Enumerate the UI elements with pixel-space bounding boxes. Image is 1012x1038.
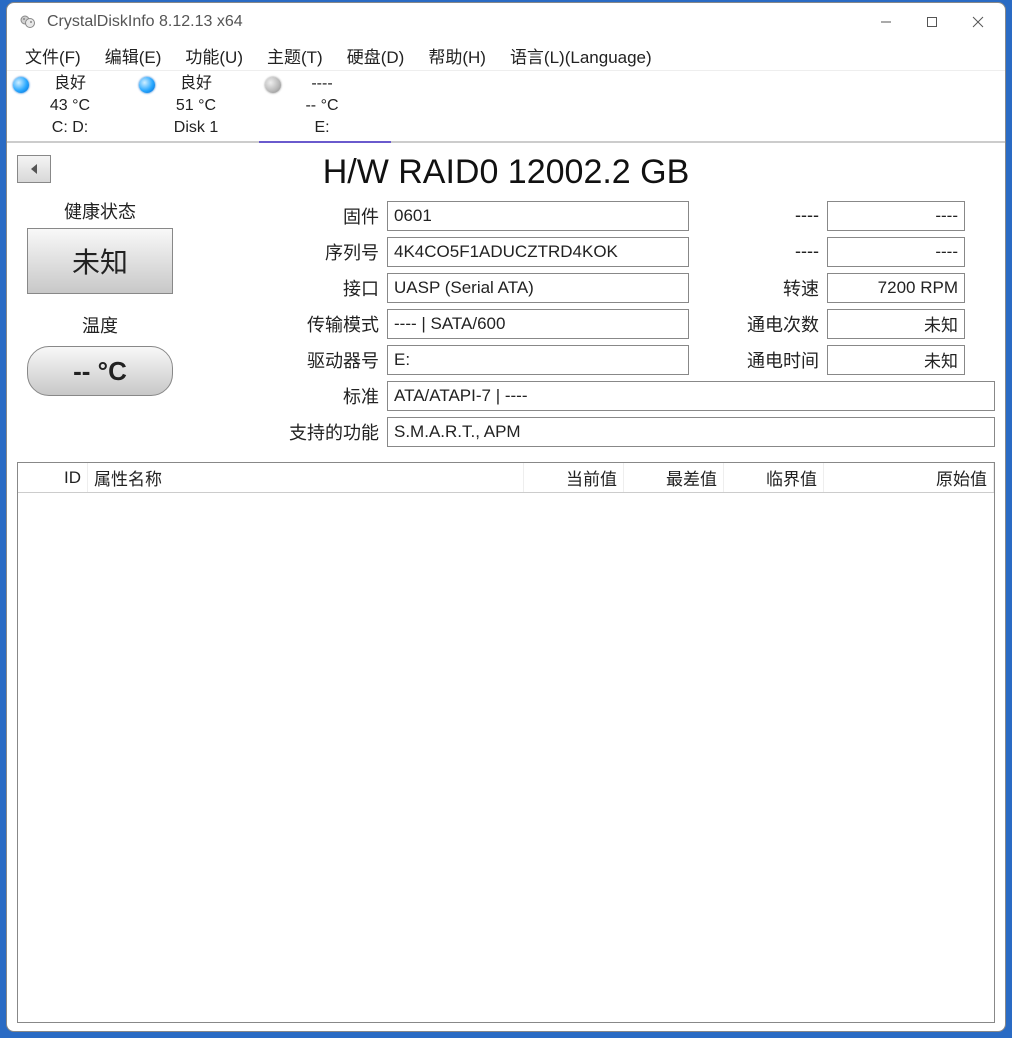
window-title: CrystalDiskInfo 8.12.13 x64 — [47, 13, 863, 31]
features-field: S.M.A.R.T., APM — [387, 417, 995, 447]
app-icon — [17, 11, 39, 33]
th-raw[interactable]: 原始值 — [824, 463, 994, 492]
drive-temp: 43 °C — [7, 95, 133, 117]
standard-label: 标准 — [191, 383, 387, 409]
close-button[interactable] — [955, 7, 1001, 37]
status-orb-icon — [265, 77, 281, 93]
right-label-1: ---- — [739, 241, 827, 262]
serial-field: 4K4CO5F1ADUCZTRD4KOK — [387, 237, 689, 267]
menu-edit[interactable]: 编辑(E) — [93, 40, 174, 71]
rotation-value: 7200 RPM — [827, 273, 965, 303]
drive-label: C: D: — [7, 117, 133, 139]
right-label-0: ---- — [739, 205, 827, 226]
features-label: 支持的功能 — [191, 419, 387, 445]
smart-table[interactable]: ID 属性名称 当前值 最差值 临界值 原始值 — [17, 462, 995, 1023]
titlebar[interactable]: CrystalDiskInfo 8.12.13 x64 — [7, 3, 1005, 41]
drive-tab-2[interactable]: ---- -- °C E: — [259, 71, 385, 141]
minimize-button[interactable] — [863, 7, 909, 37]
maximize-button[interactable] — [909, 7, 955, 37]
status-orb-icon — [139, 77, 155, 93]
temperature-label: 温度 — [82, 312, 118, 338]
drive-tab-1[interactable]: 良好 51 °C Disk 1 — [133, 71, 259, 141]
firmware-field: 0601 — [387, 201, 689, 231]
menu-disk[interactable]: 硬盘(D) — [335, 40, 417, 71]
poweron-count-value: 未知 — [827, 309, 965, 339]
transfer-label: 传输模式 — [191, 311, 387, 337]
right-value-1: ---- — [827, 237, 965, 267]
drive-letter-label: 驱动器号 — [191, 347, 387, 373]
drive-selector-bar: 良好 43 °C C: D: 良好 51 °C Disk 1 ---- -- °… — [7, 71, 1005, 143]
th-worst[interactable]: 最差值 — [624, 463, 724, 492]
health-label: 健康状态 — [64, 198, 136, 224]
menu-file[interactable]: 文件(F) — [13, 40, 93, 71]
health-status-box[interactable]: 未知 — [27, 228, 173, 294]
app-window: CrystalDiskInfo 8.12.13 x64 文件(F) 编辑(E) … — [6, 2, 1006, 1032]
poweron-hours-value: 未知 — [827, 345, 965, 375]
standard-field: ATA/ATAPI-7 | ---- — [387, 381, 995, 411]
menubar: 文件(F) 编辑(E) 功能(U) 主题(T) 硬盘(D) 帮助(H) 语言(L… — [7, 41, 1005, 71]
menu-function[interactable]: 功能(U) — [173, 40, 255, 71]
menu-language[interactable]: 语言(L)(Language) — [498, 40, 664, 71]
poweron-hours-label: 通电时间 — [739, 347, 827, 373]
drive-label: E: — [259, 117, 385, 139]
serial-label: 序列号 — [191, 239, 387, 265]
drive-temp: 51 °C — [133, 95, 259, 117]
th-threshold[interactable]: 临界值 — [724, 463, 824, 492]
menu-theme[interactable]: 主题(T) — [255, 40, 335, 71]
interface-field: UASP (Serial ATA) — [387, 273, 689, 303]
drive-tab-0[interactable]: 良好 43 °C C: D: — [7, 71, 133, 141]
drive-letter-field: E: — [387, 345, 689, 375]
drive-temp: -- °C — [259, 95, 385, 117]
content-area: H/W RAID0 12002.2 GB 健康状态 未知 温度 -- °C 固件… — [7, 143, 1005, 1031]
disk-title: H/W RAID0 12002.2 GB — [51, 153, 961, 192]
right-value-0: ---- — [827, 201, 965, 231]
drive-label: Disk 1 — [133, 117, 259, 139]
rotation-label: 转速 — [739, 275, 827, 301]
interface-label: 接口 — [191, 275, 387, 301]
poweron-count-label: 通电次数 — [739, 311, 827, 337]
status-orb-icon — [13, 77, 29, 93]
info-grid: 固件 0601 ---- ---- 序列号 4K4CO5F1ADUCZTRD4K… — [191, 198, 995, 450]
left-status-column: 健康状态 未知 温度 -- °C — [17, 198, 183, 450]
firmware-label: 固件 — [191, 203, 387, 229]
menu-help[interactable]: 帮助(H) — [416, 40, 498, 71]
th-attr-name[interactable]: 属性名称 — [88, 463, 524, 492]
temperature-box[interactable]: -- °C — [27, 346, 173, 396]
table-header-row: ID 属性名称 当前值 最差值 临界值 原始值 — [18, 463, 994, 493]
th-current[interactable]: 当前值 — [524, 463, 624, 492]
transfer-field: ---- | SATA/600 — [387, 309, 689, 339]
nav-back-button[interactable] — [17, 155, 51, 183]
th-id[interactable]: ID — [18, 463, 88, 492]
